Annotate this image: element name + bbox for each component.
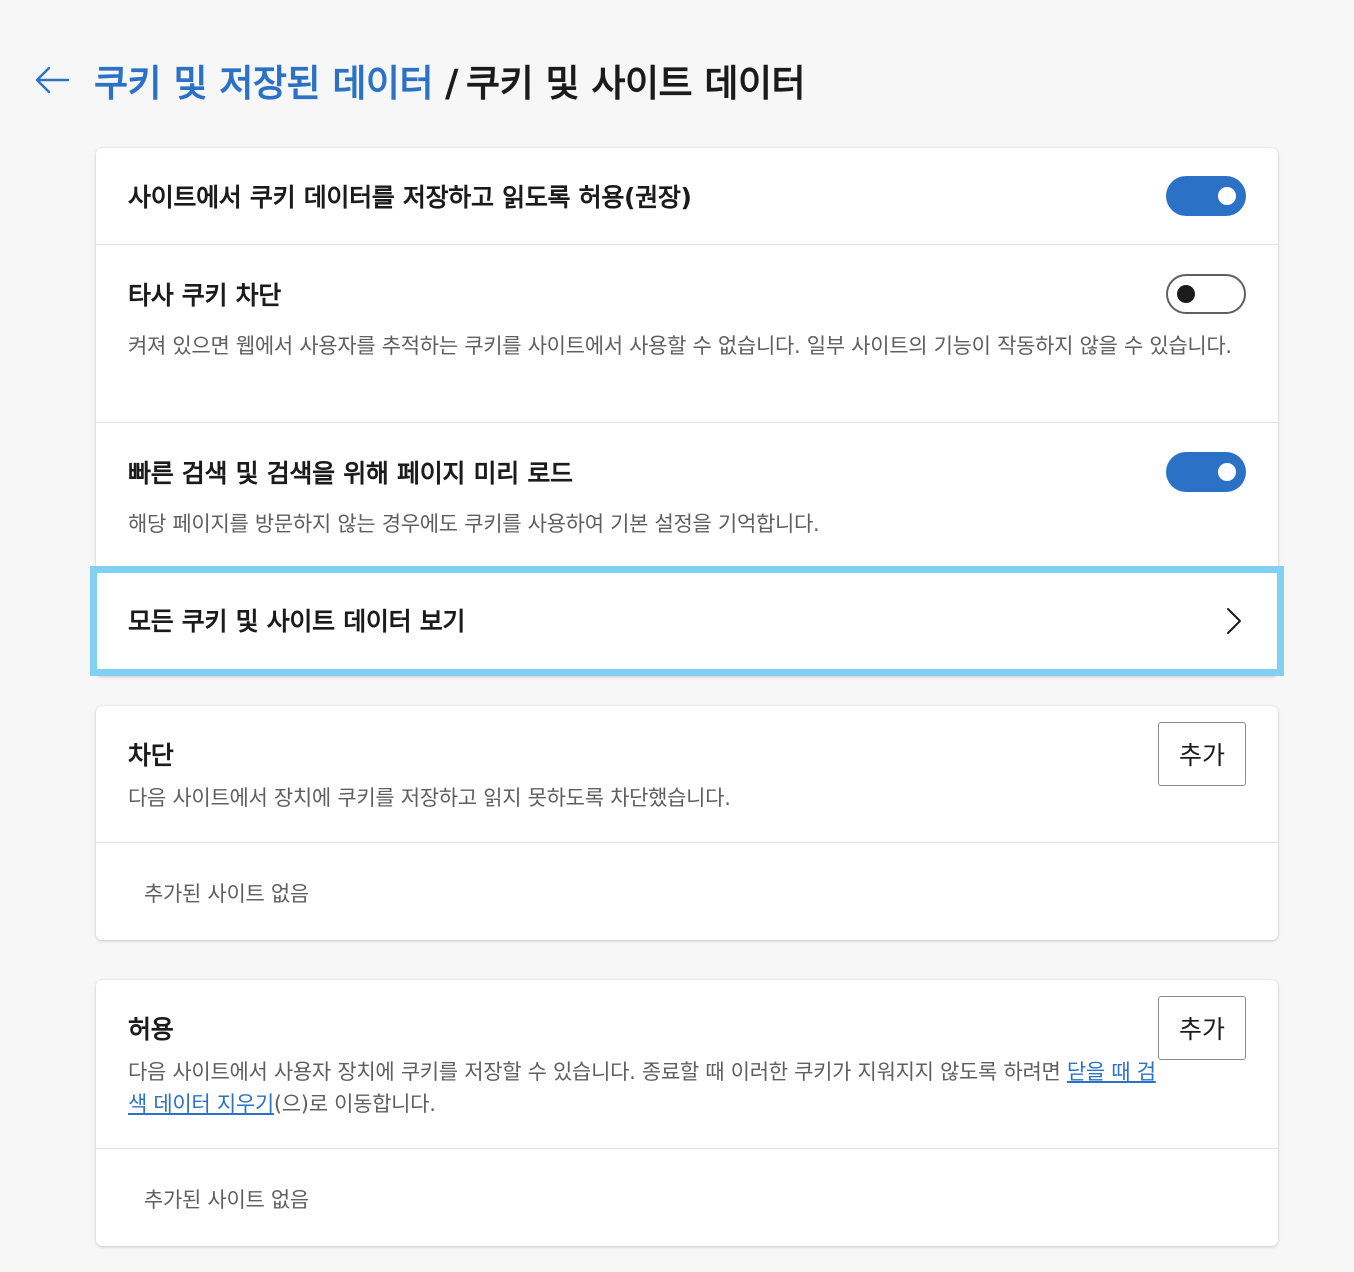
block-third-party-description: 켜져 있으면 웹에서 사용자를 추적하는 쿠키를 사이트에서 사용할 수 없습니… bbox=[128, 334, 1232, 358]
breadcrumb-parent-link[interactable]: 쿠키 및 저장된 데이터 bbox=[94, 62, 434, 105]
breadcrumb-current: 쿠키 및 사이트 데이터 bbox=[466, 62, 806, 105]
divider bbox=[96, 244, 1278, 245]
breadcrumb-separator: / bbox=[445, 62, 459, 105]
block-add-button[interactable]: 추가 bbox=[1158, 722, 1246, 786]
block-section-title: 차단 bbox=[128, 741, 174, 770]
arrow-left-icon bbox=[35, 66, 70, 94]
page-header: 쿠키 및 저장된 데이터 / 쿠키 및 사이트 데이터 bbox=[30, 50, 806, 110]
block-section-description: 다음 사이트에서 장치에 쿠키를 저장하고 읽지 못하도록 차단했습니다. bbox=[128, 786, 731, 810]
chevron-right-icon bbox=[1227, 608, 1241, 634]
divider bbox=[96, 1148, 1278, 1149]
divider bbox=[96, 842, 1278, 843]
allow-empty-text: 추가된 사이트 없음 bbox=[144, 1188, 309, 1212]
toggle-knob bbox=[1218, 187, 1236, 205]
cookie-settings-card: 사이트에서 쿠키 데이터를 저장하고 읽도록 허용(권장) 타사 쿠키 차단 켜… bbox=[90, 148, 1284, 676]
divider bbox=[96, 422, 1278, 423]
view-all-cookies-row[interactable]: 모든 쿠키 및 사이트 데이터 보기 bbox=[90, 566, 1284, 676]
toggle-knob bbox=[1218, 463, 1236, 481]
back-button[interactable] bbox=[30, 58, 74, 102]
page-title: 쿠키 및 저장된 데이터 / 쿠키 및 사이트 데이터 bbox=[94, 53, 806, 107]
block-card: 차단 추가 다음 사이트에서 장치에 쿠키를 저장하고 읽지 못하도록 차단했습… bbox=[96, 706, 1278, 940]
preload-pages-toggle[interactable] bbox=[1166, 452, 1246, 492]
allow-section-description: 다음 사이트에서 사용자 장치에 쿠키를 저장할 수 있습니다. 종료할 때 이… bbox=[128, 1056, 1158, 1120]
allow-cookies-label: 사이트에서 쿠키 데이터를 저장하고 읽도록 허용(권장) bbox=[128, 183, 692, 212]
allow-add-button[interactable]: 추가 bbox=[1158, 996, 1246, 1060]
block-third-party-toggle[interactable] bbox=[1166, 274, 1246, 314]
toggle-knob bbox=[1177, 285, 1195, 303]
block-empty-text: 추가된 사이트 없음 bbox=[144, 882, 309, 906]
allow-section-title: 허용 bbox=[128, 1015, 174, 1044]
allow-description-suffix: (으)로 이동합니다. bbox=[273, 1092, 436, 1116]
block-third-party-label: 타사 쿠키 차단 bbox=[128, 281, 282, 310]
preload-pages-label: 빠른 검색 및 검색을 위해 페이지 미리 로드 bbox=[128, 459, 573, 488]
view-all-cookies-label: 모든 쿠키 및 사이트 데이터 보기 bbox=[128, 607, 466, 636]
preload-pages-description: 해당 페이지를 방문하지 않는 경우에도 쿠키를 사용하여 기본 설정을 기억합… bbox=[128, 512, 820, 536]
allow-card: 허용 추가 다음 사이트에서 사용자 장치에 쿠키를 저장할 수 있습니다. 종… bbox=[96, 980, 1278, 1246]
allow-cookies-toggle[interactable] bbox=[1166, 176, 1246, 216]
allow-description-text: 다음 사이트에서 사용자 장치에 쿠키를 저장할 수 있습니다. 종료할 때 이… bbox=[128, 1060, 1067, 1084]
